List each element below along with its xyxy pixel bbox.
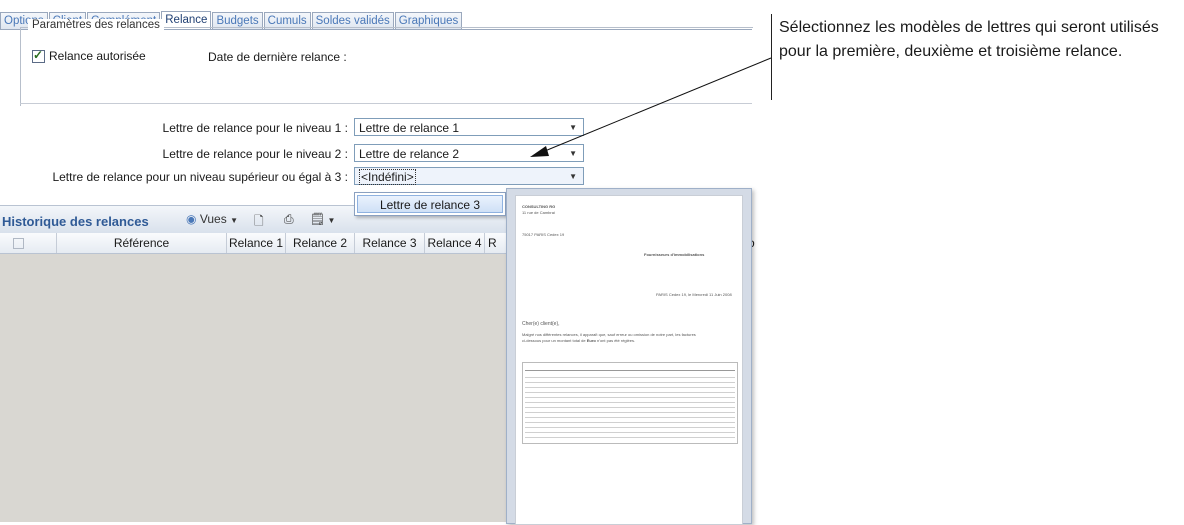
annotation-arrow-icon — [530, 57, 772, 157]
